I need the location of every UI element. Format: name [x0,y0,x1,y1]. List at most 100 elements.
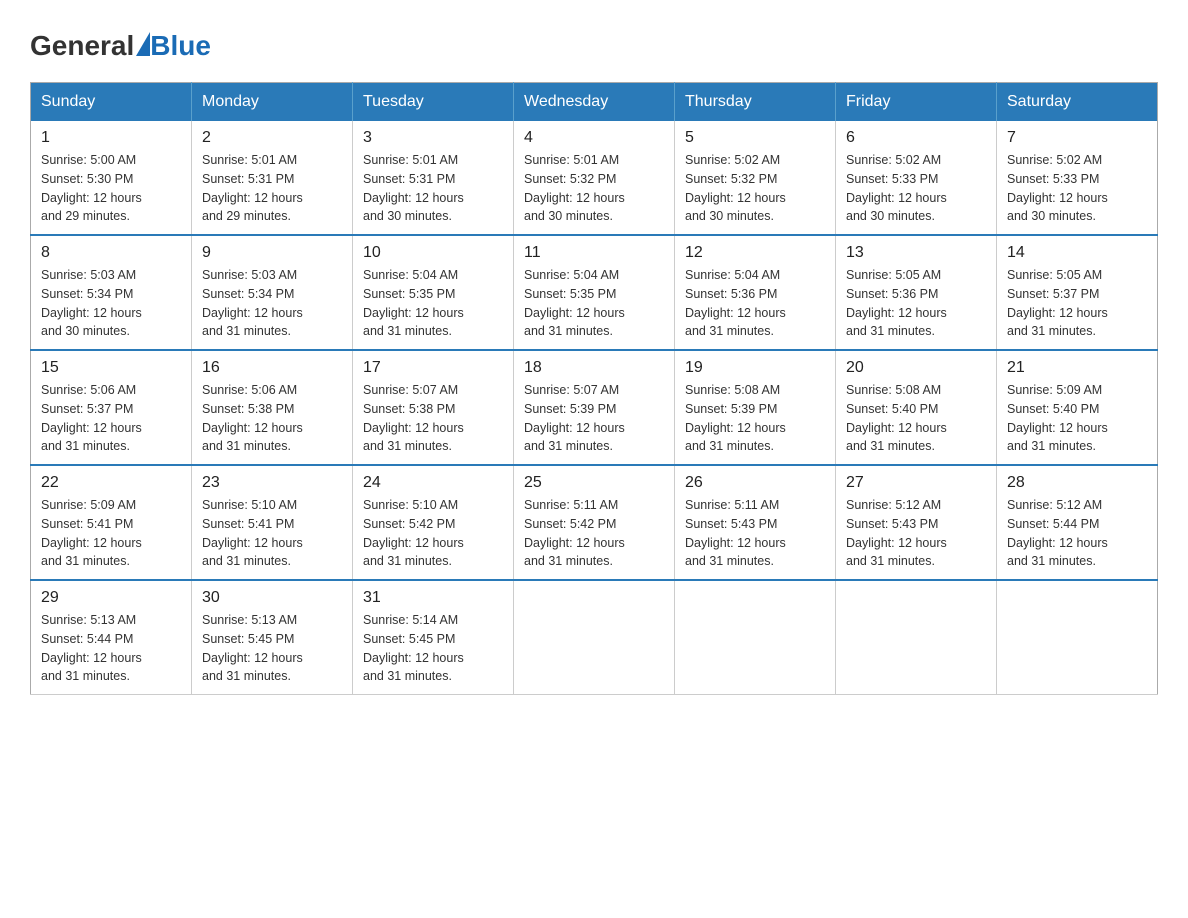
day-number: 25 [524,474,664,492]
calendar-header-tuesday: Tuesday [353,83,514,122]
day-info: Sunrise: 5:08 AMSunset: 5:39 PMDaylight:… [685,381,825,456]
day-number: 10 [363,244,503,262]
day-number: 12 [685,244,825,262]
calendar-cell: 27 Sunrise: 5:12 AMSunset: 5:43 PMDayligh… [836,465,997,580]
logo-general: General [30,30,134,62]
day-info: Sunrise: 5:11 AMSunset: 5:42 PMDaylight:… [524,496,664,571]
calendar-header-row: SundayMondayTuesdayWednesdayThursdayFrid… [31,83,1158,122]
day-number: 16 [202,359,342,377]
calendar-cell: 13Sunrise: 5:05 AMSunset: 5:36 PMDayligh… [836,235,997,350]
day-number: 11 [524,244,664,262]
calendar-cell: 16 Sunrise: 5:06 AMSunset: 5:38 PMDayligh… [192,350,353,465]
calendar-cell: 4 Sunrise: 5:01 AMSunset: 5:32 PMDaylight… [514,121,675,235]
day-number: 7 [1007,129,1147,147]
day-number: 15 [41,359,181,377]
calendar-cell: 10Sunrise: 5:04 AMSunset: 5:35 PMDayligh… [353,235,514,350]
day-number: 2 [202,129,342,147]
calendar-cell: 1Sunrise: 5:00 AMSunset: 5:30 PMDaylight… [31,121,192,235]
calendar-cell: 20 Sunrise: 5:08 AMSunset: 5:40 PMDayligh… [836,350,997,465]
day-info: Sunrise: 5:02 AMSunset: 5:33 PMDaylight:… [846,151,986,226]
calendar-cell: 19 Sunrise: 5:08 AMSunset: 5:39 PMDayligh… [675,350,836,465]
calendar-cell: 9Sunrise: 5:03 AMSunset: 5:34 PMDaylight… [192,235,353,350]
calendar-cell: 2Sunrise: 5:01 AMSunset: 5:31 PMDaylight… [192,121,353,235]
day-number: 28 [1007,474,1147,492]
day-info: Sunrise: 5:10 AMSunset: 5:42 PMDaylight:… [363,496,503,571]
day-info: Sunrise: 5:00 AMSunset: 5:30 PMDaylight:… [41,151,181,226]
calendar-cell: 31Sunrise: 5:14 AMSunset: 5:45 PMDayligh… [353,580,514,695]
day-info: Sunrise: 5:02 AMSunset: 5:32 PMDaylight:… [685,151,825,226]
day-info: Sunrise: 5:06 AMSunset: 5:37 PMDaylight:… [41,381,181,456]
calendar-cell: 28 Sunrise: 5:12 AMSunset: 5:44 PMDayligh… [997,465,1158,580]
day-info: Sunrise: 5:08 AMSunset: 5:40 PMDaylight:… [846,381,986,456]
calendar-cell: 30 Sunrise: 5:13 AMSunset: 5:45 PMDayligh… [192,580,353,695]
day-number: 9 [202,244,342,262]
calendar-cell [675,580,836,695]
calendar-cell: 17 Sunrise: 5:07 AMSunset: 5:38 PMDayligh… [353,350,514,465]
day-number: 6 [846,129,986,147]
calendar-week-row: 22 Sunrise: 5:09 AMSunset: 5:41 PMDayligh… [31,465,1158,580]
day-info: Sunrise: 5:03 AMSunset: 5:34 PMDaylight:… [41,266,181,341]
logo-triangle-icon [136,32,150,56]
calendar-cell: 26Sunrise: 5:11 AMSunset: 5:43 PMDayligh… [675,465,836,580]
calendar-cell: 22 Sunrise: 5:09 AMSunset: 5:41 PMDayligh… [31,465,192,580]
calendar-cell: 7 Sunrise: 5:02 AMSunset: 5:33 PMDaylight… [997,121,1158,235]
day-info: Sunrise: 5:05 AMSunset: 5:36 PMDaylight:… [846,266,986,341]
calendar-header-sunday: Sunday [31,83,192,122]
calendar-cell: 25 Sunrise: 5:11 AMSunset: 5:42 PMDayligh… [514,465,675,580]
day-info: Sunrise: 5:10 AMSunset: 5:41 PMDaylight:… [202,496,342,571]
calendar-cell: 6 Sunrise: 5:02 AMSunset: 5:33 PMDaylight… [836,121,997,235]
day-number: 23 [202,474,342,492]
day-number: 4 [524,129,664,147]
day-number: 30 [202,589,342,607]
calendar-cell: 5 Sunrise: 5:02 AMSunset: 5:32 PMDaylight… [675,121,836,235]
day-info: Sunrise: 5:12 AMSunset: 5:44 PMDaylight:… [1007,496,1147,571]
day-info: Sunrise: 5:13 AMSunset: 5:44 PMDaylight:… [41,611,181,686]
calendar-header-monday: Monday [192,83,353,122]
calendar-cell [997,580,1158,695]
day-number: 18 [524,359,664,377]
day-info: Sunrise: 5:01 AMSunset: 5:32 PMDaylight:… [524,151,664,226]
calendar-cell: 29 Sunrise: 5:13 AMSunset: 5:44 PMDayligh… [31,580,192,695]
calendar-header-wednesday: Wednesday [514,83,675,122]
day-info: Sunrise: 5:06 AMSunset: 5:38 PMDaylight:… [202,381,342,456]
calendar-cell: 21 Sunrise: 5:09 AMSunset: 5:40 PMDayligh… [997,350,1158,465]
day-info: Sunrise: 5:12 AMSunset: 5:43 PMDaylight:… [846,496,986,571]
day-number: 20 [846,359,986,377]
day-info: Sunrise: 5:13 AMSunset: 5:45 PMDaylight:… [202,611,342,686]
calendar-week-row: 29 Sunrise: 5:13 AMSunset: 5:44 PMDayligh… [31,580,1158,695]
calendar-header-friday: Friday [836,83,997,122]
calendar-cell: 14 Sunrise: 5:05 AMSunset: 5:37 PMDayligh… [997,235,1158,350]
day-number: 21 [1007,359,1147,377]
day-info: Sunrise: 5:02 AMSunset: 5:33 PMDaylight:… [1007,151,1147,226]
day-number: 3 [363,129,503,147]
calendar-cell: 11 Sunrise: 5:04 AMSunset: 5:35 PMDayligh… [514,235,675,350]
day-number: 17 [363,359,503,377]
day-number: 5 [685,129,825,147]
day-number: 19 [685,359,825,377]
day-number: 29 [41,589,181,607]
day-info: Sunrise: 5:14 AMSunset: 5:45 PMDaylight:… [363,611,503,686]
day-info: Sunrise: 5:04 AMSunset: 5:35 PMDaylight:… [524,266,664,341]
calendar-header-thursday: Thursday [675,83,836,122]
logo-blue: Blue [150,30,211,61]
calendar-week-row: 8 Sunrise: 5:03 AMSunset: 5:34 PMDaylight… [31,235,1158,350]
day-info: Sunrise: 5:05 AMSunset: 5:37 PMDaylight:… [1007,266,1147,341]
day-info: Sunrise: 5:07 AMSunset: 5:38 PMDaylight:… [363,381,503,456]
calendar-cell: 3Sunrise: 5:01 AMSunset: 5:31 PMDaylight… [353,121,514,235]
calendar-table: SundayMondayTuesdayWednesdayThursdayFrid… [30,82,1158,695]
day-info: Sunrise: 5:09 AMSunset: 5:40 PMDaylight:… [1007,381,1147,456]
calendar-week-row: 1Sunrise: 5:00 AMSunset: 5:30 PMDaylight… [31,121,1158,235]
calendar-cell: 8 Sunrise: 5:03 AMSunset: 5:34 PMDaylight… [31,235,192,350]
calendar-cell: 12Sunrise: 5:04 AMSunset: 5:36 PMDayligh… [675,235,836,350]
day-info: Sunrise: 5:09 AMSunset: 5:41 PMDaylight:… [41,496,181,571]
calendar-cell: 18 Sunrise: 5:07 AMSunset: 5:39 PMDayligh… [514,350,675,465]
day-number: 22 [41,474,181,492]
day-number: 8 [41,244,181,262]
day-number: 27 [846,474,986,492]
calendar-cell [514,580,675,695]
day-number: 14 [1007,244,1147,262]
day-info: Sunrise: 5:07 AMSunset: 5:39 PMDaylight:… [524,381,664,456]
calendar-cell: 15 Sunrise: 5:06 AMSunset: 5:37 PMDayligh… [31,350,192,465]
calendar-cell [836,580,997,695]
day-number: 24 [363,474,503,492]
